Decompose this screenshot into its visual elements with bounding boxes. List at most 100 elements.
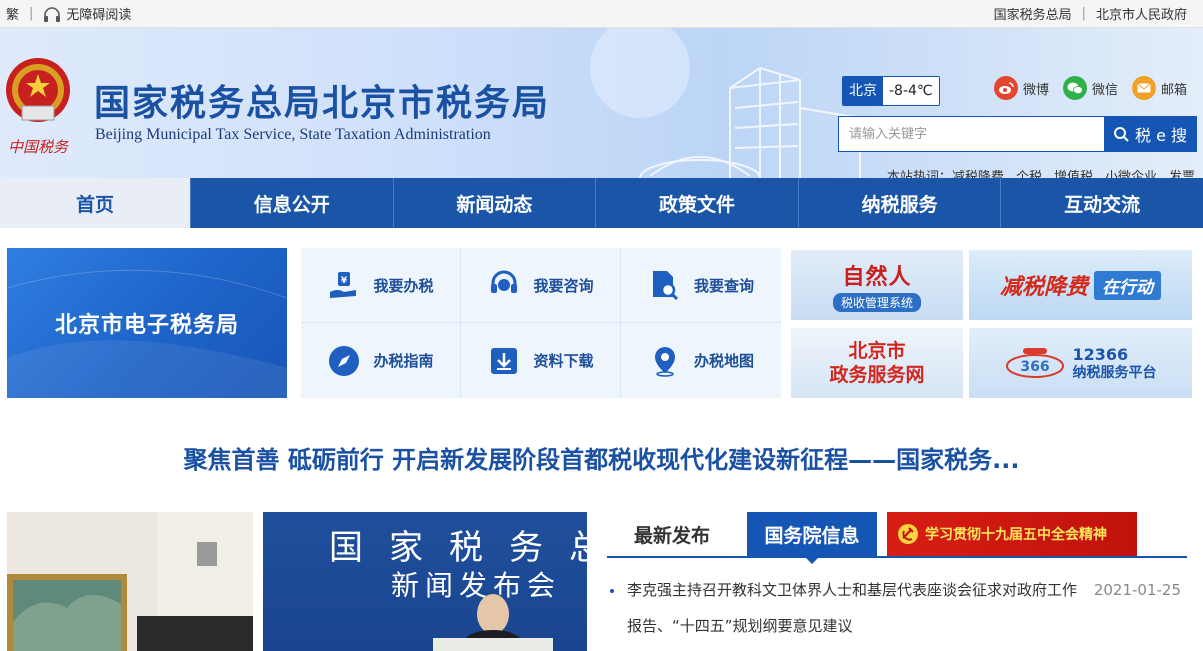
consult-button[interactable]: 我要咨询 bbox=[461, 248, 621, 323]
emblem-text: 中国税务 bbox=[8, 138, 70, 156]
mail-link[interactable]: 邮箱 bbox=[1132, 76, 1187, 100]
tab-state-council[interactable]: 国务院信息 bbox=[747, 512, 877, 564]
wechat-link[interactable]: 微信 bbox=[1063, 76, 1118, 100]
search-input[interactable] bbox=[839, 117, 1104, 151]
banner-title: 减税降费 bbox=[999, 275, 1088, 300]
12366-logo-icon: 366 bbox=[1005, 348, 1064, 378]
nav-tax-service[interactable]: 纳税服务 bbox=[799, 178, 1002, 228]
download-label: 资料下载 bbox=[533, 352, 594, 370]
tax-map-button[interactable]: 办税地图 bbox=[621, 323, 781, 398]
news-photo-press-conference[interactable]: 国家税务总 新闻发布会 bbox=[263, 512, 587, 651]
news-date: 2021-01-25 bbox=[1093, 581, 1181, 599]
weibo-link[interactable]: 微博 bbox=[994, 76, 1049, 100]
nav-home[interactable]: 首页 bbox=[0, 178, 191, 228]
nav-info-disclosure[interactable]: 信息公开 bbox=[191, 178, 394, 228]
tax-cut-banner[interactable]: 减税降费 在行动 bbox=[969, 250, 1192, 320]
etax-bureau-button[interactable]: 北京市电子税务局 bbox=[7, 248, 287, 398]
hot-word-link[interactable]: 增值税 bbox=[1054, 166, 1093, 178]
site-subtitle: Beijing Municipal Tax Service, State Tax… bbox=[95, 126, 491, 143]
topbar-right: 国家税务总局 | 北京市人民政府 bbox=[994, 0, 1203, 27]
banner-subtitle: 税收管理系统 bbox=[832, 292, 921, 312]
list-item[interactable]: 李克强主持召开教科文卫体界人士和基层代表座谈会征求对政府工作报告、“十四五”规划… bbox=[607, 572, 1187, 644]
beijing-gov-service-banner[interactable]: 北京市 政务服务网 bbox=[791, 328, 963, 398]
hot-word-link[interactable]: 个税 bbox=[1016, 166, 1042, 178]
handle-tax-button[interactable]: ¥ 我要办税 bbox=[301, 248, 461, 323]
topbar-left: 繁 | 无障碍阅读 bbox=[0, 0, 131, 27]
main-nav: 首页 信息公开 新闻动态 政策文件 纳税服务 互动交流 bbox=[0, 178, 1203, 228]
natural-person-tax-banner[interactable]: 自然人 税收管理系统 bbox=[791, 250, 963, 320]
mail-label: 邮箱 bbox=[1161, 82, 1188, 98]
news-list: 李克强主持召开教科文卫体界人士和基层代表座谈会征求对政府工作报告、“十四五”规划… bbox=[607, 572, 1187, 644]
nav-news[interactable]: 新闻动态 bbox=[394, 178, 597, 228]
tab-latest-release[interactable]: 最新发布 bbox=[607, 512, 737, 556]
banner-title: 北京市 bbox=[848, 340, 906, 362]
banner-subtitle: 政务服务网 bbox=[829, 364, 925, 386]
weather-widget: 北京 -8-4℃ bbox=[842, 76, 940, 106]
12366-platform-banner[interactable]: 366 12366 纳税服务平台 bbox=[969, 328, 1192, 398]
search-button[interactable]: 税 e 搜 bbox=[1104, 117, 1196, 151]
headset-icon bbox=[487, 268, 521, 302]
hot-label-text: 本站热词： bbox=[886, 170, 952, 178]
banner-subtitle: 在行动 bbox=[1094, 270, 1161, 300]
divider: | bbox=[29, 6, 34, 21]
svg-text:¥: ¥ bbox=[341, 276, 348, 286]
banner-title: 12366 bbox=[1072, 344, 1129, 364]
guide-label: 办税指南 bbox=[373, 352, 434, 370]
hot-word-link[interactable]: 发票 bbox=[1169, 166, 1195, 178]
headline-link[interactable]: 聚焦首善 砥砺前行 开启新发展阶段首都税收现代化建设新征程——国家税务... bbox=[0, 440, 1203, 475]
site-header: 中国税务 国家税务总局北京市税务局 Beijing Municipal Tax … bbox=[0, 28, 1203, 178]
social-links: 微博 微信 邮箱 bbox=[994, 76, 1187, 100]
site-title: 国家税务总局北京市税务局 bbox=[94, 83, 551, 124]
download-button[interactable]: 资料下载 bbox=[461, 323, 621, 398]
quick-services: 北京市电子税务局 ¥ 我要办税 我要咨询 我要查询 办税指南 资料下载 办税地图… bbox=[0, 248, 1203, 398]
hot-keywords-label: 本站热词：减税降费 bbox=[887, 166, 1004, 178]
hot-word-link[interactable]: 小微企业 bbox=[1105, 166, 1157, 178]
banner-title: 自然人 bbox=[842, 264, 912, 290]
speaker-image bbox=[433, 594, 553, 651]
study-banner[interactable]: 学习贯彻十九届五中全会精神 bbox=[887, 512, 1137, 556]
tax-emblem-logo: 中国税务 bbox=[6, 58, 70, 156]
weibo-icon bbox=[994, 76, 1018, 100]
divider: | bbox=[1081, 6, 1086, 21]
consult-label: 我要咨询 bbox=[533, 276, 594, 295]
weather-temp: -8-4℃ bbox=[883, 77, 939, 105]
wechat-icon bbox=[1063, 76, 1088, 100]
accessible-reading-link[interactable]: 无障碍阅读 bbox=[43, 4, 131, 24]
search-bar: 税 e 搜 bbox=[838, 116, 1197, 152]
meeting-room-image bbox=[7, 512, 253, 651]
traditional-chinese-link[interactable]: 繁 bbox=[6, 4, 19, 23]
news-title: 李克强主持召开教科文卫体界人士和基层代表座谈会征求对政府工作报告、“十四五”规划… bbox=[627, 581, 1078, 635]
banner-text: 12366 纳税服务平台 bbox=[1073, 345, 1157, 382]
wechat-label: 微信 bbox=[1092, 82, 1119, 98]
top-utility-bar: 繁 | 无障碍阅读 国家税务总局 | 北京市人民政府 bbox=[0, 0, 1203, 28]
nav-policy[interactable]: 政策文件 bbox=[596, 178, 799, 228]
download-icon bbox=[487, 344, 521, 378]
accessible-reading-label: 无障碍阅读 bbox=[66, 7, 132, 23]
compass-icon bbox=[327, 344, 361, 378]
study-banner-label: 学习贯彻十九届五中全会精神 bbox=[925, 527, 1107, 543]
beijing-gov-link[interactable]: 北京市人民政府 bbox=[1096, 4, 1187, 23]
tax-map-label: 办税地图 bbox=[693, 352, 754, 370]
svg-text:366: 366 bbox=[1020, 359, 1049, 375]
hammer-sickle-icon bbox=[898, 524, 918, 544]
query-button[interactable]: 我要查询 bbox=[621, 248, 781, 323]
headphones-icon bbox=[44, 7, 61, 23]
mail-icon bbox=[1132, 76, 1157, 100]
news-tabs: 最新发布 国务院信息 学习贯彻十九届五中全会精神 bbox=[607, 512, 1187, 564]
search-button-label: 税 e 搜 bbox=[1134, 126, 1188, 145]
service-grid: ¥ 我要办税 我要咨询 我要查询 办税指南 资料下载 办税地图 bbox=[301, 248, 781, 398]
search-icon bbox=[1113, 127, 1129, 142]
weather-city: 北京 bbox=[843, 77, 883, 105]
news-photo-meeting[interactable] bbox=[7, 512, 253, 651]
sat-link[interactable]: 国家税务总局 bbox=[994, 4, 1072, 23]
handle-tax-label: 我要办税 bbox=[373, 276, 434, 295]
document-search-icon bbox=[648, 268, 682, 302]
query-label: 我要查询 bbox=[693, 276, 754, 295]
banner-subtitle: 纳税服务平台 bbox=[1072, 364, 1157, 381]
hot-word-link[interactable]: 减税降费 bbox=[952, 170, 1004, 178]
map-pin-icon bbox=[648, 344, 682, 378]
guide-button[interactable]: 办税指南 bbox=[301, 323, 461, 398]
hot-keywords: 本站热词：减税降费 个税 增值税 小微企业 发票 bbox=[887, 166, 1195, 178]
nav-interaction[interactable]: 互动交流 bbox=[1001, 178, 1203, 228]
etax-label: 北京市电子税务局 bbox=[54, 313, 239, 338]
